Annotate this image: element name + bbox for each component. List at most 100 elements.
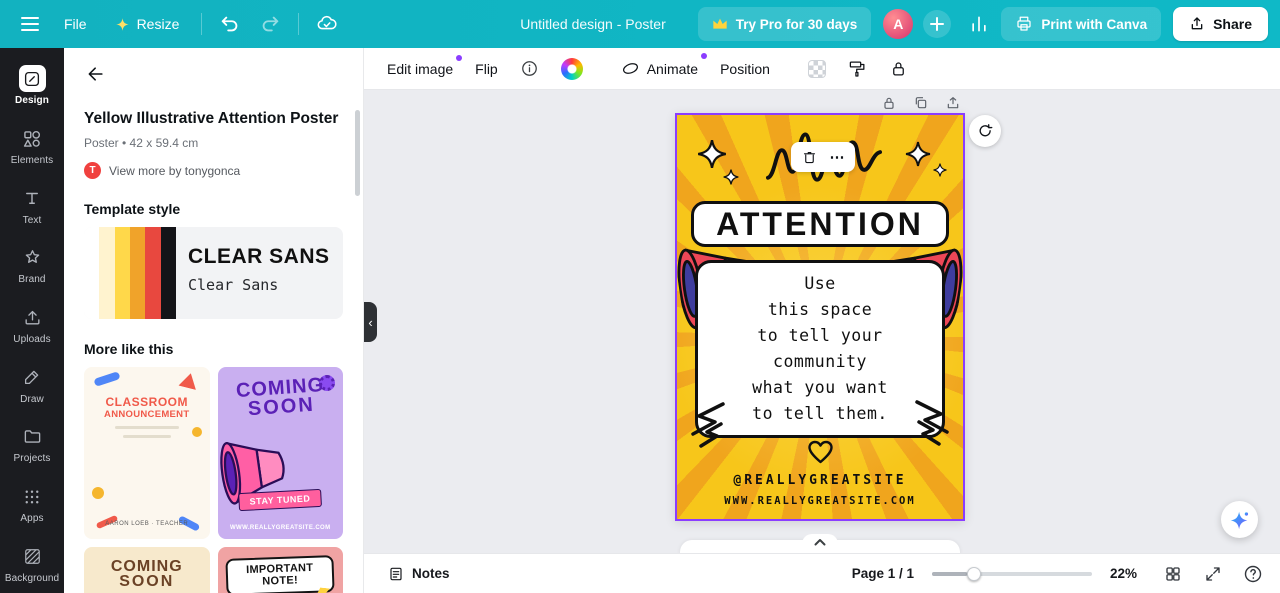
rotate-page-button[interactable]: [969, 115, 1001, 147]
creator-link[interactable]: T View more by tonygonca: [84, 162, 343, 179]
creator-name: View more by tonygonca: [109, 163, 241, 178]
try-pro-button[interactable]: Try Pro for 30 days: [697, 7, 872, 41]
edit-image-button[interactable]: Edit image: [377, 54, 463, 84]
poster-artwork[interactable]: ATTENTION Use this space to tell your co…: [677, 115, 963, 519]
template-thumb-classroom-announcement[interactable]: CLASSROOM ANNOUNCEMENT AARON LOEB · TEAC…: [84, 367, 210, 539]
sparkle-icon[interactable]: [697, 139, 727, 169]
sidebar-item-projects[interactable]: Projects: [0, 414, 64, 474]
position-button[interactable]: Position: [710, 54, 780, 84]
delete-button[interactable]: [795, 144, 823, 170]
sidebar-item-elements[interactable]: Elements: [0, 116, 64, 176]
share-icon: [1191, 17, 1203, 30]
rotate-icon: [979, 123, 992, 136]
flip-button[interactable]: Flip: [465, 54, 508, 84]
assistant-sparkle-icon: [1230, 511, 1248, 529]
thumb-title-line1: COMING: [110, 558, 183, 575]
cloud-saved-icon: [317, 15, 337, 30]
print-with-canva-button[interactable]: Print with Canva: [1001, 7, 1162, 41]
arrow-left-icon: [88, 67, 103, 81]
divider: [298, 13, 300, 35]
undo-icon: [222, 16, 238, 32]
zoom-value[interactable]: 22%: [1110, 566, 1144, 581]
app-sidebar: Design Elements Text Brand Uploads Draw …: [0, 48, 64, 593]
lock-page-icon: [884, 97, 894, 109]
panel-scrollbar[interactable]: [355, 110, 360, 196]
folder-icon: [24, 430, 40, 444]
animate-button[interactable]: Animate: [611, 52, 708, 85]
thumb-footer-text: WWW.REALLYGREATSITE.COM: [229, 525, 331, 531]
sparkle-icon[interactable]: [933, 163, 947, 177]
canva-assistant-button[interactable]: [1221, 501, 1258, 538]
divider: [201, 13, 203, 35]
notes-button[interactable]: Notes: [380, 560, 458, 588]
design-title[interactable]: Untitled design - Poster: [520, 16, 666, 32]
redo-button[interactable]: [252, 6, 288, 42]
collapse-pages-button[interactable]: [802, 534, 838, 553]
plus-icon: [930, 17, 945, 31]
fullscreen-button[interactable]: [1202, 563, 1224, 585]
pencil-decoration: [93, 371, 121, 387]
attention-headline[interactable]: ATTENTION: [691, 201, 949, 247]
transparency-button[interactable]: [798, 53, 836, 85]
undo-button[interactable]: [212, 6, 248, 42]
transparency-icon: [807, 59, 826, 78]
heart-icon[interactable]: [807, 439, 834, 465]
sparkle-icon[interactable]: [723, 169, 739, 185]
zigzag-decoration-right[interactable]: [913, 399, 953, 447]
apps-grid-icon: [25, 490, 39, 503]
color-picker-button[interactable]: [551, 51, 593, 87]
sidebar-item-draw[interactable]: Draw: [0, 354, 64, 414]
insights-button[interactable]: [961, 6, 997, 42]
sidebar-item-apps[interactable]: Apps: [0, 474, 64, 534]
resize-button[interactable]: Resize: [103, 6, 192, 42]
pencil-icon: [24, 370, 39, 385]
new-feature-dot: [456, 54, 463, 61]
poster-message-box[interactable]: Use this space to tell your community wh…: [695, 260, 945, 438]
grid-view-icon: [1166, 566, 1180, 581]
zoom-fill: [932, 571, 968, 576]
sidebar-item-uploads[interactable]: Uploads: [0, 295, 64, 355]
template-thumb-important-note[interactable]: IMPORTANT NOTE!: [217, 547, 343, 593]
lock-button[interactable]: [879, 52, 918, 85]
lock-page-button[interactable]: [880, 94, 898, 112]
sidebar-item-brand[interactable]: Brand: [0, 235, 64, 295]
share-button[interactable]: Share: [1173, 7, 1268, 41]
poster-page[interactable]: ATTENTION Use this space to tell your co…: [675, 113, 965, 521]
info-button[interactable]: [510, 52, 549, 85]
brand-icon: [25, 250, 39, 264]
sidebar-item-text[interactable]: Text: [0, 175, 64, 235]
chevron-left-icon: ‹: [368, 314, 373, 330]
thumb-title-line2: ANNOUNCEMENT: [104, 409, 190, 420]
user-avatar[interactable]: A: [883, 9, 914, 39]
file-menu-button[interactable]: File: [52, 6, 99, 42]
copy-style-button[interactable]: [838, 52, 877, 85]
duplicate-page-button[interactable]: [912, 94, 930, 112]
magic-star-icon: [115, 17, 129, 31]
main-menu-button[interactable]: [12, 6, 48, 42]
template-thumb-coming-soon-purple[interactable]: COMING SOON STAY TUNED WWW.REALLYGREATSI…: [217, 367, 343, 539]
zoom-slider[interactable]: [932, 566, 1092, 582]
template-thumb-coming-soon-brown[interactable]: COMING SOON: [84, 547, 210, 593]
top-bar: File Resize Untitled design - Poster Try…: [0, 0, 1280, 48]
design-canvas[interactable]: ATTENTION Use this space to tell your co…: [364, 90, 1280, 553]
panel-collapse-handle[interactable]: ‹: [364, 302, 377, 342]
add-member-button[interactable]: [923, 10, 952, 38]
print-label: Print with Canva: [1041, 16, 1148, 32]
template-style-card[interactable]: CLEAR SANS Clear Sans: [84, 227, 343, 319]
more-options-button[interactable]: ⋯: [823, 144, 851, 170]
creator-avatar: T: [84, 162, 101, 179]
zoom-knob[interactable]: [967, 566, 982, 581]
zigzag-decoration-left[interactable]: [687, 401, 727, 449]
sidebar-item-background[interactable]: Background: [0, 533, 64, 593]
poster-social-handle[interactable]: @REALLYGREATSITE: [677, 473, 963, 488]
poster-website[interactable]: WWW.REALLYGREATSITE.COM: [677, 495, 963, 507]
bar-chart-icon: [972, 16, 986, 32]
grid-view-button[interactable]: [1162, 563, 1184, 585]
save-status-button[interactable]: [309, 6, 345, 42]
back-button[interactable]: [84, 62, 108, 86]
help-button[interactable]: [1242, 563, 1264, 585]
sparkle-icon[interactable]: [905, 141, 931, 167]
text-icon: [26, 192, 38, 205]
sidebar-item-design[interactable]: Design: [0, 56, 64, 116]
move-page-button[interactable]: [944, 94, 962, 112]
